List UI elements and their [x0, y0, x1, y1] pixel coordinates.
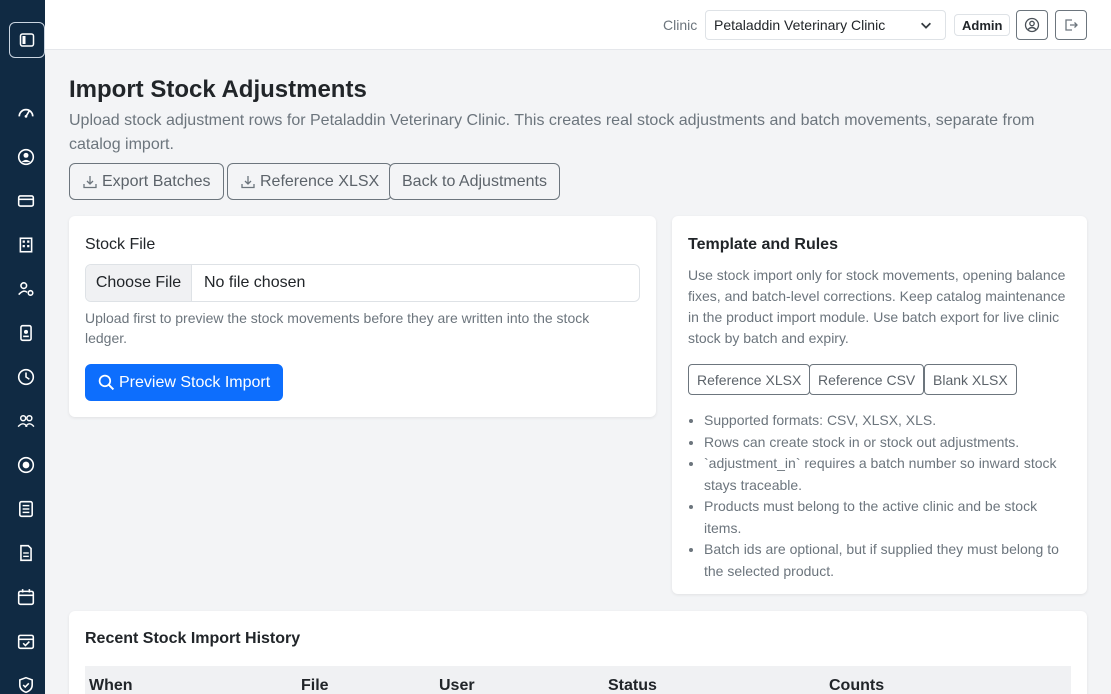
column-header-user: User — [439, 677, 475, 694]
sidebar — [0, 0, 45, 694]
speedometer-icon[interactable] — [16, 103, 36, 123]
record-icon[interactable] — [16, 455, 36, 475]
list-item: Products must belong to the active clini… — [704, 496, 1074, 539]
sidebar-toggle-button[interactable] — [9, 22, 45, 58]
clinic-select-value: Petaladdin Veterinary Clinic — [714, 17, 886, 33]
reference-xlsx-small-button[interactable]: Reference XLSX — [688, 364, 811, 395]
export-batches-button[interactable]: Export Batches — [69, 163, 224, 200]
column-header-when: When — [89, 677, 133, 694]
list-item: Batch ids are optional, but if supplied … — [704, 539, 1074, 582]
clinic-select[interactable]: Petaladdin Veterinary Clinic — [705, 10, 946, 40]
shield-icon[interactable] — [16, 675, 36, 694]
back-to-adjustments-button[interactable]: Back to Adjustments — [389, 163, 560, 200]
page-description: Upload stock adjustment rows for Petalad… — [69, 112, 1035, 153]
document-icon[interactable] — [16, 543, 36, 563]
user-circle-icon — [1024, 17, 1040, 33]
history-table-header: When File User Status Counts — [85, 666, 1071, 694]
choose-file-button[interactable]: Choose File — [86, 265, 192, 301]
column-header-file: File — [301, 677, 329, 694]
column-header-status: Status — [608, 677, 657, 694]
export-batches-label: Export Batches — [102, 172, 211, 190]
logout-button[interactable] — [1055, 10, 1087, 40]
rules-description: Use stock import only for stock movement… — [688, 267, 1066, 346]
clock-icon[interactable] — [16, 367, 36, 387]
people-icon[interactable] — [16, 411, 36, 431]
preview-stock-import-button[interactable]: Preview Stock Import — [85, 364, 284, 401]
calendar-check-icon[interactable] — [16, 631, 36, 651]
list-item: Supported formats: CSV, XLSX, XLS. — [704, 410, 1074, 432]
blank-xlsx-button[interactable]: Blank XLSX — [924, 364, 1017, 395]
search-icon — [98, 374, 115, 391]
profile-button[interactable] — [1016, 10, 1048, 40]
user-gear-icon[interactable] — [16, 279, 36, 299]
sidebar-toggle-icon — [19, 33, 35, 47]
calendar-icon[interactable] — [16, 587, 36, 607]
top-bar: Clinic Petaladdin Veterinary Clinic Admi… — [45, 0, 1111, 50]
stock-file-input[interactable]: Choose File No file chosen — [85, 264, 640, 302]
chevron-down-icon — [921, 22, 931, 29]
building-icon[interactable] — [16, 235, 36, 255]
list-item: `adjustment_in` requires a batch number … — [704, 453, 1074, 496]
reference-csv-button[interactable]: Reference CSV — [809, 364, 925, 395]
upload-card: Stock File Choose File No file chosen Up… — [69, 216, 656, 417]
history-title: Recent Stock Import History — [85, 630, 301, 647]
list-card-icon[interactable] — [16, 499, 36, 519]
rules-list: Supported formats: CSV, XLSX, XLS. Rows … — [704, 410, 1074, 582]
reference-xlsx-button[interactable]: Reference XLSX — [227, 163, 393, 200]
download-icon — [83, 175, 97, 188]
user-circle-icon[interactable] — [16, 147, 36, 167]
logout-icon — [1065, 19, 1078, 31]
stock-file-label: Stock File — [85, 236, 156, 253]
download-icon — [241, 175, 255, 188]
clinic-label: Clinic — [663, 17, 698, 33]
preview-stock-import-label: Preview Stock Import — [119, 373, 271, 391]
column-header-counts: Counts — [829, 677, 885, 694]
back-label: Back to Adjustments — [402, 172, 547, 190]
credit-card-icon[interactable] — [16, 191, 36, 211]
upload-help-text: Upload first to preview the stock moveme… — [85, 310, 590, 346]
list-item: Rows can create stock in or stock out ad… — [704, 432, 1074, 454]
role-badge: Admin — [954, 14, 1011, 36]
rules-card: Template and Rules Use stock import only… — [672, 216, 1087, 594]
page-title: Import Stock Adjustments — [69, 76, 367, 103]
file-status: No file chosen — [204, 274, 306, 291]
id-badge-icon[interactable] — [16, 323, 36, 343]
history-card: Recent Stock Import History When File Us… — [69, 611, 1087, 694]
rules-title: Template and Rules — [688, 236, 838, 253]
reference-xlsx-label: Reference XLSX — [260, 172, 380, 190]
